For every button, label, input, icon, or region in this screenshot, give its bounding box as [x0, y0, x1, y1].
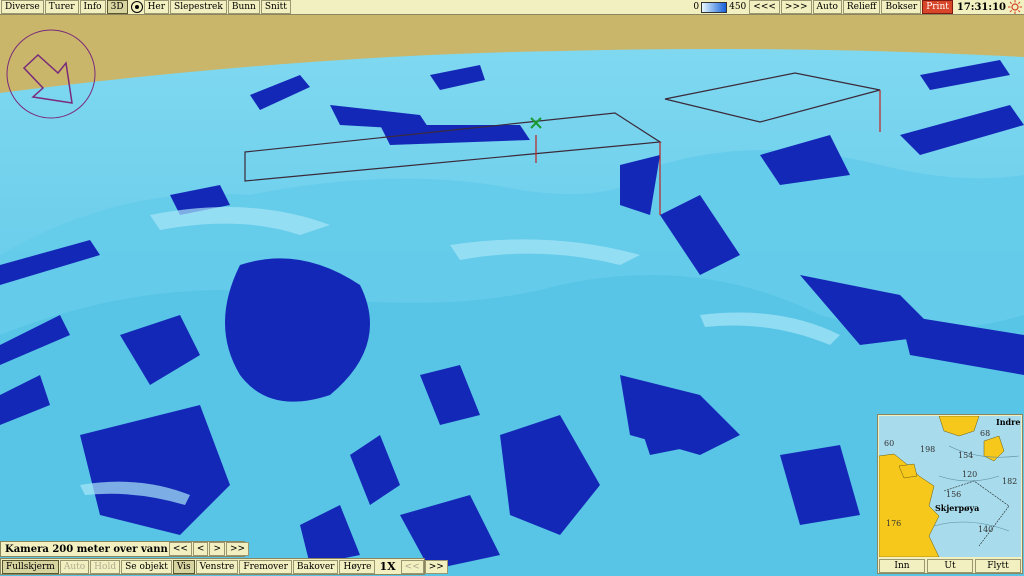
right-button[interactable]: Høyre	[339, 559, 376, 574]
depth-label: 68	[980, 429, 991, 438]
depth-scale-min: 0	[693, 2, 700, 12]
view-object-button[interactable]: Se objekt	[121, 559, 172, 574]
menu-slepestrek[interactable]: Slepestrek	[170, 0, 227, 14]
boxes-button[interactable]: Bokser	[881, 0, 922, 14]
seabed-3d-view[interactable]	[0, 15, 1024, 576]
menu-her[interactable]: Her	[143, 0, 170, 14]
depth-label: 156	[946, 490, 962, 499]
camera-down-button[interactable]: <	[192, 542, 209, 556]
relief-button[interactable]: Relieff	[842, 0, 881, 14]
speed-indicator: 1X	[379, 560, 396, 573]
menu-info[interactable]: Info	[79, 0, 106, 14]
move-button[interactable]: Flytt	[975, 559, 1021, 573]
menu-diverse[interactable]: Diverse	[1, 0, 44, 14]
top-toolbar: Diverse Turer Info 3D Her Slepestrek Bun…	[0, 0, 1024, 15]
toggle-3d-button[interactable]: 3D	[106, 0, 128, 14]
depth-label: 60	[884, 439, 895, 448]
depth-label: 154	[958, 451, 974, 460]
target-icon[interactable]	[130, 1, 143, 13]
menu-turer[interactable]: Turer	[44, 0, 79, 14]
fullscreen-button[interactable]: Fullskjerm	[2, 559, 59, 574]
navigation-panel: Fullskjerm Auto Hold Se objekt Vis Venst…	[0, 558, 448, 575]
rewind-button[interactable]: <<<	[749, 0, 780, 14]
camera-height-label: Kamera 200 meter over vann	[5, 543, 168, 555]
camera-up-fast-button[interactable]: >>	[226, 542, 250, 556]
slower-button[interactable]: <<	[400, 559, 424, 574]
hold-button[interactable]: Hold	[90, 559, 121, 574]
faster-button[interactable]: >>	[424, 559, 448, 574]
depth-color-scale	[701, 1, 728, 13]
forward-nav-button[interactable]: Fremover	[239, 559, 292, 574]
print-button[interactable]: Print	[922, 0, 953, 14]
sun-icon[interactable]	[1008, 0, 1022, 14]
depth-label: 120	[962, 470, 978, 479]
minimap: Skjerpøya Indre 60 198 68 154 120 182 15…	[877, 414, 1023, 574]
left-button[interactable]: Venstre	[195, 559, 239, 574]
auto-button[interactable]: Auto	[812, 0, 842, 14]
camera-panel: Kamera 200 meter over vann << < > >>	[0, 541, 250, 557]
depth-label: 176	[886, 519, 902, 528]
backward-button[interactable]: Bakover	[292, 559, 339, 574]
minimap-controls: Inn Ut Flytt	[878, 558, 1022, 573]
show-button[interactable]: Vis	[172, 559, 195, 574]
depth-label: 198	[920, 445, 936, 454]
depth-label: 182	[1002, 477, 1018, 486]
clock: 17:31:10	[956, 1, 1006, 13]
camera-down-fast-button[interactable]: <<	[168, 542, 192, 556]
forward-button[interactable]: >>>	[780, 0, 812, 14]
camera-up-button[interactable]: >	[209, 542, 225, 556]
depth-label: 140	[978, 525, 994, 534]
menu-snitt[interactable]: Snitt	[260, 0, 291, 14]
zoom-out-button[interactable]: Ut	[927, 559, 973, 573]
menu-bunn[interactable]: Bunn	[227, 0, 260, 14]
depth-scale-max: 450	[729, 2, 747, 12]
corner-label: Indre	[996, 417, 1021, 427]
minimap-chart[interactable]	[879, 416, 1021, 557]
auto-nav-button[interactable]: Auto	[59, 559, 90, 574]
island-label: Skjerpøya	[935, 503, 980, 513]
zoom-in-button[interactable]: Inn	[879, 559, 925, 573]
